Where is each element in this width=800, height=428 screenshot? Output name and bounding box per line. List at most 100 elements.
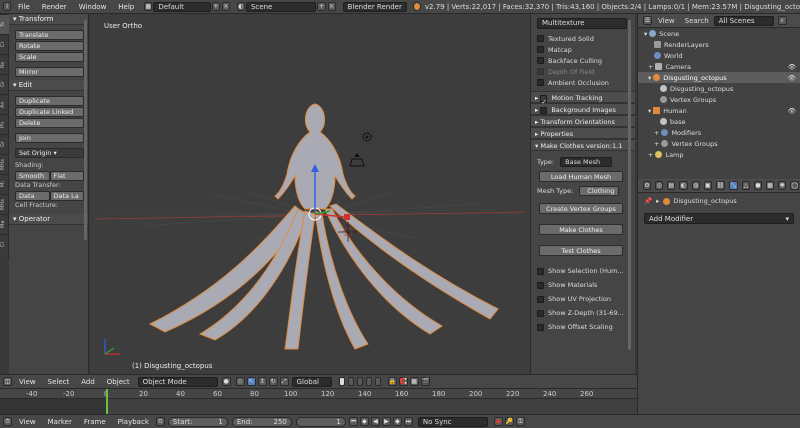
transform-orientations-panel-header[interactable]: ▸ Transform Orientations xyxy=(531,115,635,127)
record-icon[interactable]: ● xyxy=(493,417,503,426)
object-tab-icon[interactable]: ▣ xyxy=(703,181,712,190)
info-editor-icon[interactable]: i xyxy=(3,2,12,11)
set-origin-dropdown[interactable]: Set Origin ▾ xyxy=(15,148,84,158)
show-uv-projection-checkbox[interactable]: Show UV Projection xyxy=(531,292,635,306)
tab-grease-pencil[interactable]: Gr xyxy=(0,134,9,154)
camera-object[interactable] xyxy=(349,153,365,167)
add-modifier-dropdown[interactable]: Add Modifier ▾ xyxy=(644,213,794,224)
translate-button[interactable]: Translate xyxy=(15,30,84,40)
current-frame-field[interactable]: 1 xyxy=(295,416,346,427)
mode-dropdown[interactable]: Object Mode xyxy=(137,376,218,387)
prev-keyframe-icon[interactable]: ◆ xyxy=(359,417,369,426)
menu-file[interactable]: File xyxy=(12,3,36,11)
layers-grid[interactable] xyxy=(338,377,382,386)
render-engine-dropdown[interactable]: Blender Render xyxy=(342,1,407,12)
smooth-button[interactable]: Smooth xyxy=(15,171,50,181)
viewport-menu-object[interactable]: Object xyxy=(101,378,136,386)
menu-window[interactable]: Window xyxy=(73,3,113,11)
timeline-editor-icon[interactable]: ⏱ xyxy=(3,417,12,426)
tab-grease[interactable]: Gr xyxy=(0,74,9,94)
viewport-menu-select[interactable]: Select xyxy=(42,378,76,386)
orientation-dropdown[interactable]: Global xyxy=(291,376,332,387)
layout-icon[interactable]: ▦ xyxy=(144,2,153,11)
tab-mhx-2[interactable]: MHx xyxy=(0,194,9,214)
ambient-occlusion-checkbox[interactable]: Ambient Occlusion xyxy=(531,77,635,88)
tab-tools[interactable]: To xyxy=(0,14,9,34)
preview-range-icon[interactable]: ⏲ xyxy=(155,417,165,426)
depth-of-field-checkbox[interactable]: Depth Of Field xyxy=(531,66,635,77)
outliner-row-vertex-groups-2[interactable]: + Vertex Groups xyxy=(638,138,800,149)
operator-panel-header[interactable]: ▾ Operator xyxy=(9,214,88,225)
create-vertex-groups-button[interactable]: Create Vertex Groups xyxy=(539,203,623,214)
transform-panel-header[interactable]: ▾ Transform xyxy=(9,14,88,25)
world-tab-icon[interactable]: ◍ xyxy=(691,181,700,190)
flat-button[interactable]: Flat xyxy=(49,171,84,181)
duplicate-button[interactable]: Duplicate xyxy=(15,96,84,106)
outliner-row-world[interactable]: World xyxy=(638,50,800,61)
properties-scrollbar[interactable] xyxy=(628,20,631,350)
sync-dropdown[interactable]: No Sync xyxy=(417,416,488,427)
material-tab-icon[interactable]: ● xyxy=(753,181,762,190)
motion-tracking-panel-header[interactable]: ▸ ✓ Motion Tracking xyxy=(531,91,635,106)
toolshelf-scrollbar[interactable] xyxy=(84,20,87,240)
data-tab-icon[interactable]: △ xyxy=(741,181,750,190)
rotate-button[interactable]: Rotate xyxy=(15,41,84,51)
matcap-checkbox[interactable]: Matcap xyxy=(531,44,635,55)
timeline[interactable]: -40 -20 0 20 40 60 80 100 120 140 160 18… xyxy=(0,388,637,414)
layer-4-icon[interactable] xyxy=(365,377,372,386)
properties-panel-header[interactable]: ▸ Properties xyxy=(531,127,635,139)
type-dropdown[interactable]: Base Mesh xyxy=(560,156,613,167)
outliner-filter-dropdown[interactable]: All Scenes xyxy=(713,15,774,26)
load-human-mesh-button[interactable]: Load Human Mesh xyxy=(539,171,623,182)
tab-create[interactable]: Cr xyxy=(0,34,9,54)
outliner-editor-icon[interactable]: ☰ xyxy=(643,16,652,25)
menu-render[interactable]: Render xyxy=(36,3,73,11)
outliner-row-human[interactable]: ▾ Human 👁 xyxy=(638,105,800,116)
eye-icon[interactable]: 👁 xyxy=(788,107,796,115)
texture-tab-icon[interactable]: ▦ xyxy=(766,181,775,190)
scene-tab-icon[interactable]: ◐ xyxy=(679,181,688,190)
timeline-menu-frame[interactable]: Frame xyxy=(78,418,112,426)
start-frame-field[interactable]: Start: 1 xyxy=(167,416,228,427)
play-reverse-icon[interactable]: ◀ xyxy=(370,417,380,426)
show-z-depth-checkbox[interactable]: Show Z-Depth (31-69... xyxy=(531,306,635,320)
layer-1-icon[interactable] xyxy=(338,377,345,386)
backface-culling-checkbox[interactable]: Backface Culling xyxy=(531,55,635,66)
add-scene-icon[interactable]: + xyxy=(317,2,326,11)
outliner-row-vertex-groups[interactable]: Vertex Groups xyxy=(638,94,800,105)
make-clothes-panel-header[interactable]: ▾ Make Clothes version:1.1 xyxy=(531,139,635,151)
eye-icon[interactable]: 👁 xyxy=(788,74,796,82)
show-selection-checkbox[interactable]: Show Selection (Hum... xyxy=(531,264,635,278)
outliner-row-scene[interactable]: ▾ Scene xyxy=(638,28,800,39)
particles-tab-icon[interactable]: ✺ xyxy=(778,181,787,190)
3d-viewport[interactable]: User Ortho (1) Disgusting_octopus xyxy=(90,14,530,374)
join-button[interactable]: Join xyxy=(15,133,84,143)
outliner-view-menu[interactable]: View xyxy=(653,17,680,25)
translate-manipulator-icon[interactable]: ↕ xyxy=(257,377,267,386)
scale-manipulator-icon[interactable]: ⤢ xyxy=(279,377,289,386)
remove-layout-icon[interactable]: × xyxy=(221,2,230,11)
timeline-menu-marker[interactable]: Marker xyxy=(42,418,78,426)
mirror-button[interactable]: Mirror xyxy=(15,67,84,77)
data-button[interactable]: Data xyxy=(15,191,50,201)
background-images-panel-header[interactable]: ▸ Background Images xyxy=(531,103,635,115)
tab-mhx-1[interactable]: MHx xyxy=(0,154,9,174)
timeline-menu-playback[interactable]: Playback xyxy=(112,418,155,426)
pin-icon[interactable]: 📌 xyxy=(644,197,652,205)
menu-help[interactable]: Help xyxy=(112,3,140,11)
rotate-manipulator-icon[interactable]: ↻ xyxy=(268,377,278,386)
shading-mode-dropdown[interactable]: Multitexture xyxy=(537,18,627,29)
outliner-row-modifiers[interactable]: + Modifiers xyxy=(638,127,800,138)
render-tab-icon[interactable]: ◎ xyxy=(655,181,664,190)
layer-2-icon[interactable] xyxy=(347,377,354,386)
render-preview-icon[interactable]: ▦ xyxy=(409,377,419,386)
show-materials-checkbox[interactable]: Show Materials xyxy=(531,278,635,292)
layer-3-icon[interactable] xyxy=(356,377,363,386)
layout-dropdown[interactable]: Default xyxy=(153,1,211,12)
lamp-object[interactable] xyxy=(359,129,375,145)
viewport-menu-add[interactable]: Add xyxy=(75,378,101,386)
outliner-row-base[interactable]: base xyxy=(638,116,800,127)
eye-icon[interactable]: 👁 xyxy=(788,63,796,71)
data-layout-button[interactable]: Data La xyxy=(49,191,84,201)
tab-misc[interactable]: Mi xyxy=(0,174,9,194)
